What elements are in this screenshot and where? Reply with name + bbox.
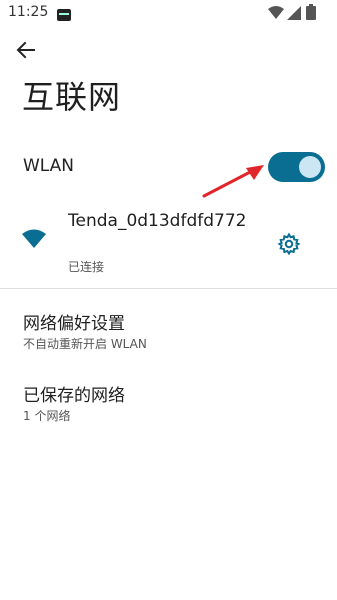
- wlan-label: WLAN: [23, 156, 75, 176]
- network-status: 已连接: [68, 260, 105, 274]
- status-battery-icon: [306, 4, 316, 24]
- app-notification-icon: [57, 6, 71, 21]
- saved-networks-item[interactable]: 已保存的网络 1 个网络: [0, 381, 337, 437]
- arrow-back-icon: [16, 41, 35, 59]
- status-time: 11:25: [8, 4, 49, 20]
- status-bar: 11:25: [0, 0, 337, 26]
- network-preferences-item[interactable]: 网络偏好设置 不自动重新开启 WLAN: [0, 309, 337, 365]
- wlan-row[interactable]: WLAN: [0, 142, 337, 190]
- network-settings-button[interactable]: [277, 232, 301, 256]
- toggle-knob: [299, 156, 321, 178]
- gear-icon: [277, 232, 301, 256]
- wifi-signal-icon: [22, 229, 46, 253]
- divider: [0, 288, 337, 289]
- pref-title: 已保存的网络: [23, 386, 125, 406]
- pref-subtitle: 不自动重新开启 WLAN: [23, 337, 147, 351]
- network-row[interactable]: Tenda_0d13dfdfd772 已连接: [0, 205, 337, 281]
- status-signal-icon: [287, 5, 301, 24]
- page-title: 互联网: [22, 78, 122, 116]
- back-button[interactable]: [14, 38, 38, 62]
- pref-title: 网络偏好设置: [23, 314, 125, 334]
- annotation-arrow-icon: [202, 165, 264, 198]
- status-wifi-icon: [268, 5, 284, 24]
- network-name: Tenda_0d13dfdfd772: [68, 211, 247, 231]
- wlan-toggle[interactable]: [268, 152, 325, 182]
- pref-subtitle: 1 个网络: [23, 409, 71, 423]
